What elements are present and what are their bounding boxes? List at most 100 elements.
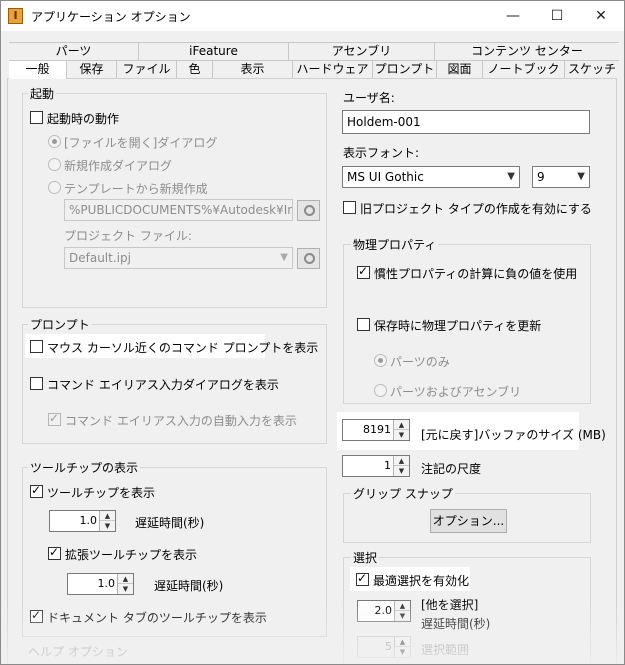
chevron-down-icon: ▼ (577, 171, 585, 182)
open-file-dialog-radio[interactable] (48, 135, 61, 148)
tab-content-center[interactable]: コンテンツ センター (435, 43, 619, 60)
tab-ifeature[interactable]: iFeature (139, 43, 289, 60)
grip-snap-legend: グリップ スナップ (351, 485, 455, 502)
font-size-combo[interactable]: 9 ▼ (532, 166, 590, 188)
tab-file[interactable]: ファイル (117, 61, 177, 78)
tab-assembly[interactable]: アセンブリ (289, 43, 435, 60)
selection-range-spinner[interactable]: 5 ▲ ▼ (357, 636, 411, 658)
parts-and-assemblies-radio[interactable] (374, 384, 387, 397)
template-path-field[interactable]: %PUBLICDOCUMENTS%¥Autodesk¥Inventor (64, 199, 293, 221)
doc-tab-tooltips-checkbox[interactable] (30, 608, 43, 623)
display-font-label: 表示フォント: (343, 146, 420, 160)
tab-sketch[interactable]: スケッチ (565, 61, 619, 78)
parts-only-label: パーツのみ (390, 355, 450, 369)
chevron-down-icon: ▼ (280, 252, 288, 263)
spin-down-icon[interactable]: ▼ (394, 466, 409, 476)
spin-up-icon[interactable]: ▲ (394, 420, 409, 430)
tooltip-legend: ツールチップの表示 (28, 459, 141, 476)
tab-general[interactable]: 一般 (9, 61, 67, 79)
tooltip-delay-value: 1.0 (79, 514, 98, 527)
project-file-combo[interactable]: Default.ipj ▼ (64, 247, 293, 269)
spin-down-icon[interactable]: ▼ (395, 647, 410, 657)
tab-display[interactable]: 表示 (213, 61, 293, 78)
tab-notebook[interactable]: ノートブック (483, 61, 565, 78)
extended-delay-label: 遅延時間(秒) (154, 579, 224, 593)
font-size-value: 9 (537, 170, 545, 184)
undo-buffer-spinner[interactable]: 8191 ▲ ▼ (342, 419, 410, 441)
chevron-down-icon: ▼ (507, 171, 515, 182)
undo-buffer-value: 8191 (363, 423, 391, 436)
new-file-dialog-radio[interactable] (48, 158, 61, 171)
project-file-value: Default.ipj (69, 251, 131, 265)
spin-up-icon[interactable]: ▲ (395, 637, 410, 647)
physical-properties-legend: 物理プロパティ (351, 236, 439, 253)
startup-action-label: 起動時の動作 (47, 112, 120, 126)
tab-row-lower: 一般 保存 ファイル 色 表示 ハードウェア プロンプト 図面 ノートブック ス… (9, 61, 619, 79)
undo-buffer-label: [元に戻す]バッファのサイズ (MB) (421, 428, 606, 442)
application-options-window: I アプリケーション オプション — ☐ ✕ パーツ iFeature アセンブ… (0, 0, 625, 665)
parts-only-radio[interactable] (374, 354, 387, 367)
legacy-project-checkbox[interactable] (343, 201, 356, 214)
select-other-label: [他を選択] (421, 598, 479, 612)
from-template-radio[interactable] (48, 181, 61, 194)
inventor-app-icon: I (8, 8, 23, 24)
user-name-label: ユーザ名: (343, 91, 395, 105)
cursor-prompt-label: マウス カーソル近くのコマンド プロンプトを表示 (47, 341, 319, 355)
update-on-save-checkbox[interactable] (357, 318, 370, 331)
command-alias-dialog-checkbox[interactable] (30, 377, 43, 390)
grip-options-button[interactable]: オプション... (430, 509, 507, 533)
startup-action-checkbox[interactable] (30, 111, 43, 124)
minimize-button[interactable]: — (491, 1, 535, 31)
cursor-prompt-checkbox[interactable] (30, 340, 43, 353)
user-name-field[interactable]: Holdem-001 (342, 110, 590, 134)
spin-down-icon[interactable]: ▼ (395, 611, 410, 621)
annotation-scale-label: 注記の尺度 (421, 462, 482, 476)
help-options-legend: ヘルプ オプション (28, 645, 128, 659)
project-browse-icon[interactable] (297, 248, 320, 269)
maximize-button[interactable]: ☐ (535, 1, 579, 31)
extended-delay-value: 1.0 (97, 577, 116, 590)
spin-down-icon[interactable]: ▼ (118, 584, 133, 594)
display-font-combo[interactable]: MS UI Gothic ▼ (342, 166, 520, 188)
tab-parts[interactable]: パーツ (9, 43, 139, 60)
close-button[interactable]: ✕ (579, 1, 623, 31)
auto-complete-label: コマンド エイリアス入力の自動入力を表示 (65, 414, 297, 428)
extended-tooltips-label: 拡張ツールチップを表示 (65, 548, 198, 562)
display-font-value: MS UI Gothic (347, 170, 424, 184)
select-other-delay-value: 2.0 (374, 604, 393, 617)
tab-row-upper: パーツ iFeature アセンブリ コンテンツ センター (9, 43, 619, 60)
spin-down-icon[interactable]: ▼ (394, 430, 409, 440)
tab-divider-top (9, 42, 619, 43)
tab-prompts[interactable]: プロンプト (373, 61, 437, 78)
show-tooltips-label: ツールチップを表示 (47, 486, 156, 500)
parts-and-assemblies-label: パーツおよびアセンブリ (390, 385, 522, 399)
selection-range-value: 5 (385, 640, 392, 653)
annotation-scale-spinner[interactable]: 1 ▲ ▼ (342, 455, 410, 477)
tab-color[interactable]: 色 (177, 61, 213, 78)
spin-up-icon[interactable]: ▲ (118, 574, 133, 584)
template-browse-icon[interactable] (297, 200, 320, 221)
optimized-selection-checkbox[interactable] (356, 571, 369, 586)
tab-divider-middle (9, 60, 619, 61)
inertia-negative-checkbox[interactable] (357, 264, 370, 279)
tab-hardware[interactable]: ハードウェア (293, 61, 373, 78)
tab-drawing[interactable]: 図面 (437, 61, 483, 78)
tab-save[interactable]: 保存 (67, 61, 117, 78)
doc-tab-tooltips-label: ドキュメント タブのツールチップを表示 (47, 611, 267, 625)
spin-up-icon[interactable]: ▲ (100, 511, 115, 521)
tooltip-delay-spinner[interactable]: 1.0 ▲ ▼ (49, 510, 116, 532)
extended-tooltips-checkbox[interactable] (48, 545, 61, 560)
prompt-legend: プロンプト (28, 316, 92, 333)
spin-up-icon[interactable]: ▲ (395, 601, 410, 611)
show-tooltips-checkbox[interactable] (30, 483, 43, 498)
select-other-delay-label: 遅延時間(秒) (421, 617, 491, 631)
selection-legend: 選択 (351, 549, 380, 566)
command-alias-dialog-label: コマンド エイリアス入力ダイアログを表示 (47, 378, 279, 392)
extended-delay-spinner[interactable]: 1.0 ▲ ▼ (67, 573, 134, 595)
window-title: アプリケーション オプション (31, 10, 191, 24)
select-other-delay-spinner[interactable]: 2.0 ▲ ▼ (357, 600, 411, 622)
spin-down-icon[interactable]: ▼ (100, 521, 115, 531)
spin-up-icon[interactable]: ▲ (394, 456, 409, 466)
title-bar: I アプリケーション オプション — ☐ ✕ (1, 1, 624, 31)
auto-complete-checkbox[interactable] (48, 411, 61, 426)
